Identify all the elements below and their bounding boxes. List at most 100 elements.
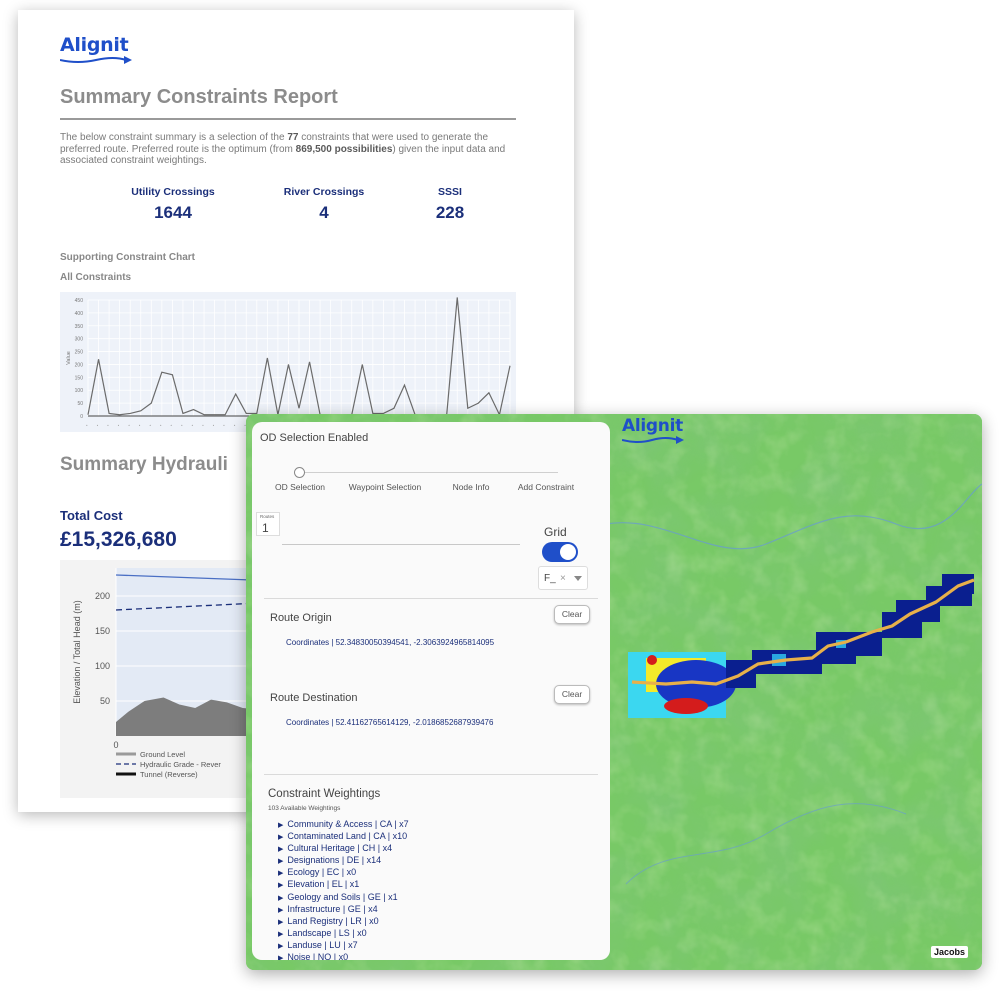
expand-triangle-icon[interactable]: ▶ bbox=[278, 907, 283, 914]
y-tick-label: 400 bbox=[75, 311, 84, 317]
expand-triangle-icon[interactable]: ▶ bbox=[278, 882, 283, 889]
y-tick-label: 200 bbox=[95, 591, 110, 601]
weighting-item[interactable]: ▶ Landscape | LS | x0 bbox=[278, 927, 409, 939]
destination-coordinates: Coordinates | 52.41162765614129, -2.0186… bbox=[286, 718, 494, 727]
expand-triangle-icon[interactable]: ▶ bbox=[278, 870, 283, 877]
y-tick-label: 150 bbox=[95, 626, 110, 636]
x-tick-label: • bbox=[158, 423, 163, 427]
weighting-label: Landuse | LU | x7 bbox=[287, 939, 358, 950]
all-constraints-label: All Constraints bbox=[60, 272, 132, 283]
x-tick-label: • bbox=[211, 423, 216, 427]
x-tick-label: • bbox=[137, 423, 142, 427]
x-tick-label: • bbox=[179, 423, 184, 427]
expand-triangle-icon[interactable]: ▶ bbox=[278, 943, 283, 950]
constraint-weightings-list: ▶ Community & Access | CA | x7 ▶ Contaminat… bbox=[278, 818, 409, 960]
y-tick-label: 50 bbox=[77, 401, 83, 407]
report-title: Summary Constraints Report bbox=[60, 86, 338, 108]
x-tick-label: • bbox=[105, 423, 110, 427]
route-destination-title: Route Destination bbox=[270, 692, 358, 704]
hydraulic-profile-chart: 5010015020005kElevation / Total Head (m)… bbox=[60, 560, 260, 798]
expand-triangle-icon[interactable]: ▶ bbox=[278, 955, 283, 960]
weighting-item[interactable]: ▶ Elevation | EL | x1 bbox=[278, 878, 409, 890]
y-tick-label: 200 bbox=[75, 362, 84, 368]
step-node-info[interactable]: Node Info bbox=[426, 482, 516, 492]
origin-coordinates: Coordinates | 52.34830050394541, -2.3063… bbox=[286, 638, 495, 647]
expand-triangle-icon[interactable]: ▶ bbox=[278, 834, 283, 841]
grid-toggle[interactable] bbox=[542, 542, 578, 562]
grid-label: Grid bbox=[544, 525, 567, 539]
weighting-item[interactable]: ▶ Contaminated Land | CA | x10 bbox=[278, 830, 409, 842]
weighting-item[interactable]: ▶ Noise | NO | x0 bbox=[278, 951, 409, 960]
divider bbox=[264, 598, 598, 599]
weighting-label: Elevation | EL | x1 bbox=[287, 879, 360, 890]
weighting-item[interactable]: ▶ Infrastructure | GE | x4 bbox=[278, 903, 409, 915]
routes-input[interactable]: Routes 1 bbox=[256, 512, 280, 536]
weighting-item[interactable]: ▶ Ecology | EC | x0 bbox=[278, 866, 409, 878]
y-tick-label: 50 bbox=[100, 696, 110, 706]
x-tick-label: • bbox=[232, 423, 237, 427]
weighting-item[interactable]: ▶ Designations | DE | x14 bbox=[278, 854, 409, 866]
x-tick-label: • bbox=[126, 423, 131, 427]
select-value: F_ bbox=[544, 573, 556, 584]
y-axis-label: Elevation / Total Head (m) bbox=[72, 600, 82, 703]
constraint-weightings-title: Constraint Weightings bbox=[268, 788, 381, 800]
legend-label: Tunnel (Reverse) bbox=[140, 770, 198, 779]
expand-triangle-icon[interactable]: ▶ bbox=[278, 858, 283, 865]
y-tick-label: 300 bbox=[75, 337, 84, 343]
chevron-down-icon[interactable] bbox=[574, 576, 582, 581]
stepper-handle[interactable] bbox=[294, 467, 305, 478]
expand-triangle-icon[interactable]: ▶ bbox=[278, 822, 283, 829]
expand-triangle-icon[interactable]: ▶ bbox=[278, 846, 283, 853]
y-tick-label: 0 bbox=[80, 414, 83, 420]
grid-layer-select[interactable]: F_ × bbox=[538, 566, 588, 590]
clear-origin-button[interactable]: Clear bbox=[554, 605, 590, 624]
available-weightings-count: 103 Available Weightings bbox=[268, 805, 341, 812]
jacobs-attribution: Jacobs bbox=[930, 946, 968, 958]
y-tick-label: 250 bbox=[75, 350, 84, 356]
y-tick-label: 450 bbox=[75, 298, 84, 304]
x-tick-label: • bbox=[147, 423, 152, 427]
select-clear-icon[interactable]: × bbox=[560, 573, 566, 584]
step-waypoint-selection[interactable]: Waypoint Selection bbox=[340, 482, 430, 492]
y-tick-label: 150 bbox=[75, 375, 84, 381]
total-cost-value: £15,326,680 bbox=[60, 528, 177, 551]
expand-triangle-icon[interactable]: ▶ bbox=[278, 931, 283, 938]
x-tick-label: • bbox=[84, 423, 89, 427]
weighting-item[interactable]: ▶ Landuse | LU | x7 bbox=[278, 939, 409, 951]
weighting-item[interactable]: ▶ Geology and Soils | GE | x1 bbox=[278, 891, 409, 903]
weighting-label: Noise | NO | x0 bbox=[287, 952, 349, 960]
expand-triangle-icon[interactable]: ▶ bbox=[278, 919, 283, 926]
x-tick-label: • bbox=[190, 423, 195, 427]
expand-triangle-icon[interactable]: ▶ bbox=[278, 895, 283, 902]
weighting-label: Cultural Heritage | CH | x4 bbox=[287, 843, 393, 854]
weighting-label: Geology and Soils | GE | x1 bbox=[287, 891, 398, 902]
weighting-item[interactable]: ▶ Land Registry | LR | x0 bbox=[278, 915, 409, 927]
routes-underline bbox=[282, 544, 520, 545]
stat-sssi: SSSI 228 bbox=[435, 186, 465, 222]
x-tick-label: • bbox=[200, 423, 205, 427]
stepper-track bbox=[296, 472, 558, 473]
routes-caption: Routes bbox=[260, 514, 275, 519]
x-tick-label: 0 bbox=[113, 740, 118, 750]
weighting-label: Landscape | LS | x0 bbox=[287, 927, 367, 938]
alignit-logo: Alignit bbox=[60, 34, 132, 64]
clear-destination-button[interactable]: Clear bbox=[554, 685, 590, 704]
weighting-label: Infrastructure | GE | x4 bbox=[287, 903, 378, 914]
toggle-knob bbox=[560, 544, 576, 560]
weighting-item[interactable]: ▶ Community & Access | CA | x7 bbox=[278, 818, 409, 830]
y-tick-label: 350 bbox=[75, 324, 84, 330]
step-add-constraint[interactable]: Add Constraint bbox=[506, 482, 586, 492]
weighting-label: Ecology | EC | x0 bbox=[287, 867, 357, 878]
stat-utility-crossings: Utility Crossings 1644 bbox=[131, 186, 215, 222]
weighting-item[interactable]: ▶ Cultural Heritage | CH | x4 bbox=[278, 842, 409, 854]
od-selection-status: OD Selection Enabled bbox=[260, 432, 369, 444]
supporting-chart-label: Supporting Constraint Chart bbox=[60, 252, 195, 263]
title-rule bbox=[60, 118, 516, 120]
divider bbox=[264, 774, 598, 775]
x-tick-label: • bbox=[169, 423, 174, 427]
routes-value: 1 bbox=[262, 521, 269, 535]
route-origin-title: Route Origin bbox=[270, 612, 332, 624]
step-od-selection[interactable]: OD Selection bbox=[255, 482, 345, 492]
weighting-label: Contaminated Land | CA | x10 bbox=[287, 831, 408, 842]
x-tick-label: • bbox=[95, 423, 100, 427]
